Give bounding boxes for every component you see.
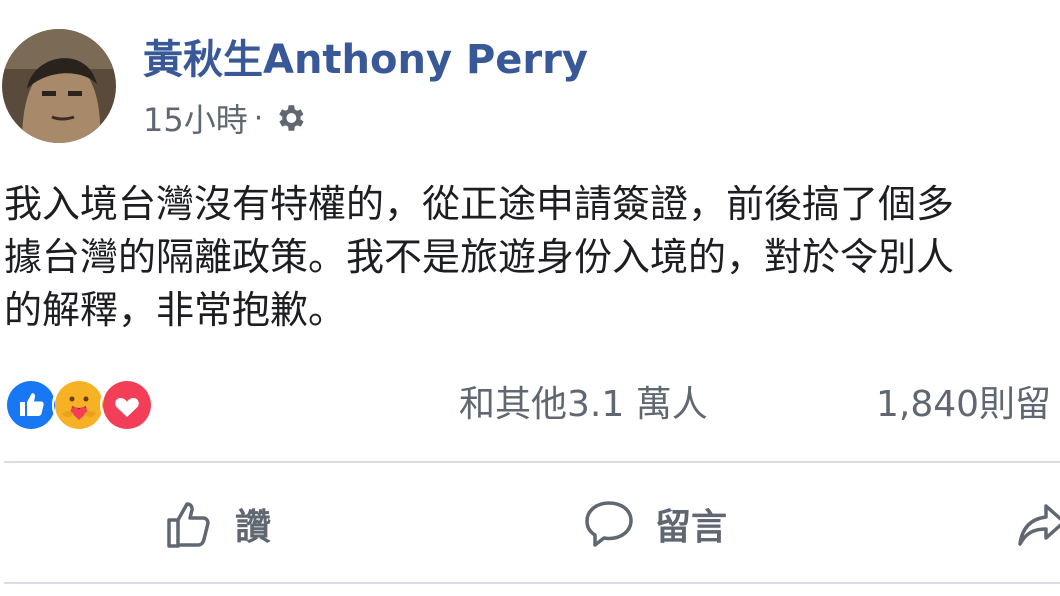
divider — [4, 582, 1060, 584]
meta-separator: · — [253, 100, 264, 136]
avatar-image — [2, 29, 116, 143]
reaction-names-redacted — [175, 395, 355, 425]
comment-label: 留言 — [655, 507, 728, 548]
divider — [4, 461, 1060, 463]
comment-count[interactable]: 1,840則留 — [876, 383, 1051, 427]
author-name[interactable]: 黃秋生Anthony Perry — [143, 36, 588, 84]
post-body-line: 據台灣的隔離政策。我不是旅遊身份入境的，對於令別人 — [4, 235, 955, 279]
post-body-line: 我入境台灣沒有特權的，從正途申請簽證，前後搞了個多 — [4, 182, 955, 226]
comment-icon — [585, 501, 633, 547]
avatar[interactable] — [2, 29, 116, 143]
share-button[interactable] — [1016, 496, 1060, 552]
post-body-line: 的解釋，非常抱歉。 — [4, 288, 347, 332]
like-button[interactable]: 讚 — [163, 496, 271, 552]
comment-button[interactable]: 留言 — [583, 496, 727, 552]
reaction-icons[interactable] — [4, 378, 154, 432]
facebook-post: 黃秋生Anthony Perry 15小時 · 我入境台灣沒有特權的，從正途申請… — [0, 0, 1060, 596]
reaction-count[interactable]: 和其他3.1 萬人 — [459, 383, 708, 427]
post-timestamp[interactable]: 15小時 — [143, 95, 248, 141]
gear-icon[interactable] — [273, 101, 307, 135]
care-reaction-icon — [52, 378, 106, 432]
love-reaction-icon — [100, 378, 154, 432]
post-body: 我入境台灣沒有特權的，從正途申請簽證，前後搞了個多 據台灣的隔離政策。我不是旅遊… — [4, 178, 1060, 337]
post-meta: 15小時 · — [143, 96, 307, 140]
like-reaction-icon — [4, 378, 58, 432]
like-label: 讚 — [235, 507, 272, 548]
thumbs-up-icon — [167, 502, 210, 548]
share-icon — [1018, 504, 1060, 546]
